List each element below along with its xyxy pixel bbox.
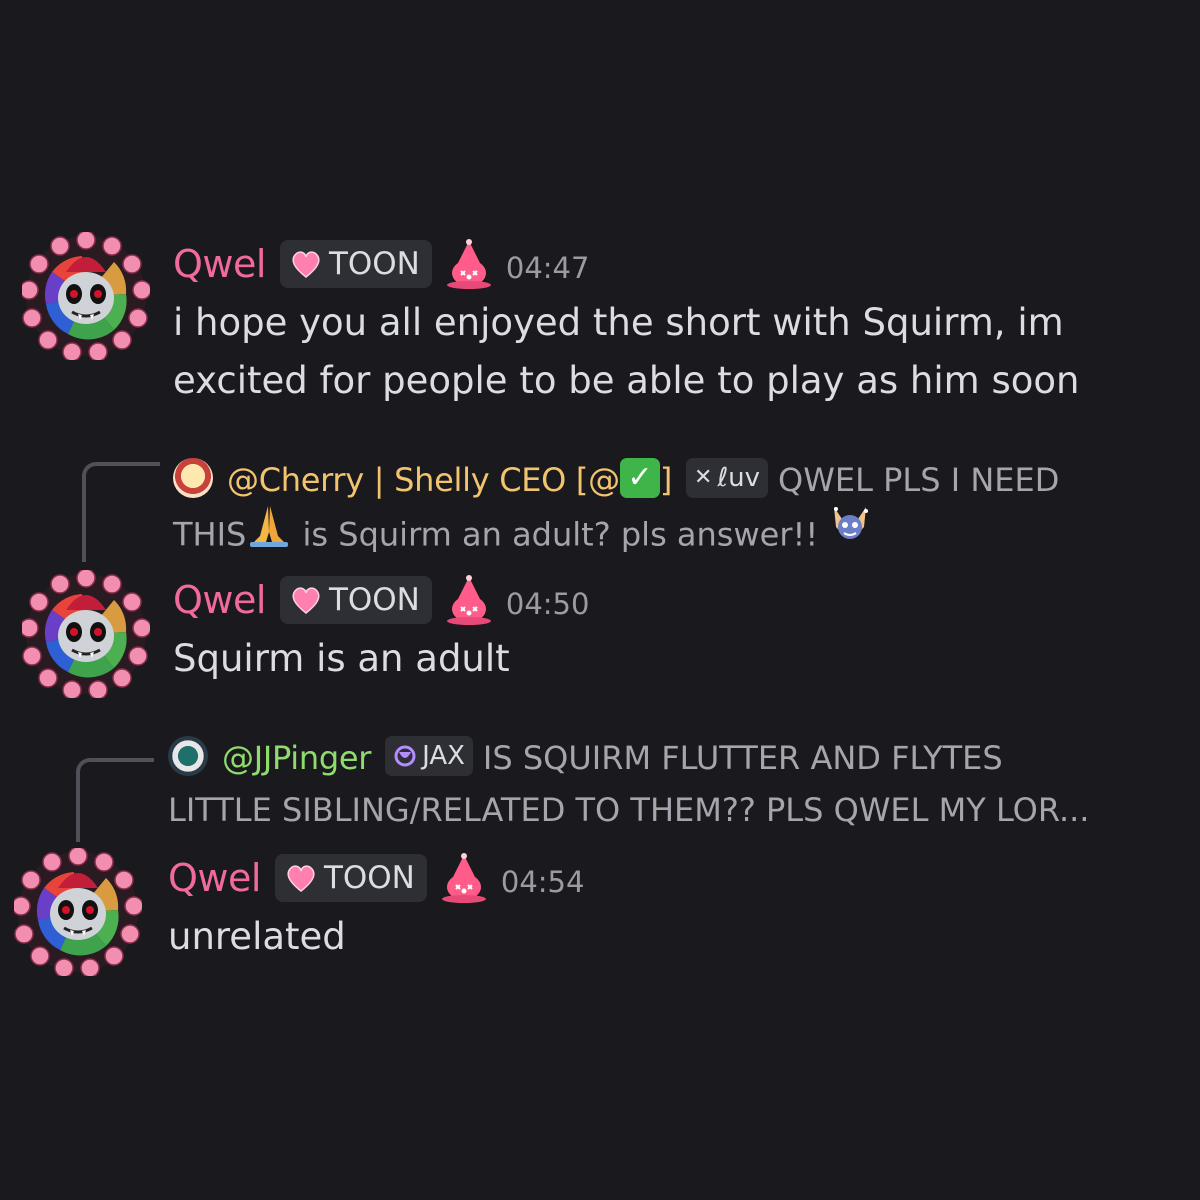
reply-preview-line2[interactable]: LITTLE SIBLING/RELATED TO THEM?? PLS QWE… [168,784,1089,836]
pray-icon [246,502,292,563]
qwel-avatar[interactable] [22,570,150,698]
username-qwel[interactable]: Qwel [173,242,266,286]
reply-author-name: @Cherry | Shelly CEO [@ [227,461,620,499]
pink-heart-icon [287,865,315,892]
reply-author[interactable]: @JJPinger [222,739,371,777]
moon-icon [394,745,416,767]
qwel-avatar[interactable] [14,848,142,976]
reply-connector [76,758,154,842]
server-tag-label: TOON [328,246,420,282]
reply-author[interactable]: @Cherry | Shelly CEO [@ ✓] [227,458,672,499]
reply-author-suffix: ] [659,461,672,499]
pink-clown-role-icon[interactable] [445,575,492,625]
reply-text-part: is Squirm an adult? pls answer!! [302,515,819,554]
server-tag[interactable]: TOON [274,854,427,902]
message-line: excited for people to be able to play as… [173,359,1080,402]
jjpinger-avatar[interactable] [168,736,208,776]
reply-tag[interactable]: JAX [385,736,473,776]
timestamp: 04:54 [500,865,585,899]
message-content: Squirm is an adult [173,630,510,688]
pink-clown-role-icon[interactable] [445,239,492,289]
reply-text-line1: QWEL PLS I NEED [778,461,1060,499]
message-content: i hope you all enjoyed the short with Sq… [173,294,1079,410]
check-icon: ✓ [619,458,660,498]
username-qwel[interactable]: Qwel [173,578,266,622]
pink-heart-icon [292,251,320,278]
server-tag[interactable]: TOON [279,240,432,288]
message-content: unrelated [168,908,346,966]
reply-preview[interactable]: @Cherry | Shelly CEO [@ ✓] ✕ ℓuv QWEL PLS I … [173,454,1059,506]
chat-view: Qwel TOON 04:47 i hope you all enjoyed t… [0,0,1200,1200]
message-line: unrelated [168,915,346,958]
server-tag-label: TOON [328,582,420,618]
reply-tag-label: ℓuv [717,463,761,493]
message-line: Squirm is an adult [173,637,510,680]
reply-tag[interactable]: ✕ ℓuv [686,458,769,498]
reply-text-part: THIS [173,515,247,554]
username-qwel[interactable]: Qwel [168,856,261,900]
reply-preview[interactable]: @JJPinger JAX IS SQUIRM FLUTTER AND FLYTES [168,732,1003,784]
reply-text-line1: IS SQUIRM FLUTTER AND FLYTES [482,739,1003,777]
message-line: i hope you all enjoyed the short with Sq… [173,301,1064,344]
reply-preview-line2[interactable]: THIS is Squirm an adult? pls answer!! [173,506,872,567]
reply-connector [82,462,160,562]
pink-heart-icon [292,587,320,614]
qwel-avatar[interactable] [22,232,150,360]
reply-tag-label: JAX [422,741,465,771]
butterfly-icon: ✕ [694,465,713,490]
server-tag-label: TOON [323,860,415,896]
reply-text-line2: LITTLE SIBLING/RELATED TO THEM?? PLS QWE… [168,791,1090,829]
cat-emoji-icon [828,503,872,562]
server-tag[interactable]: TOON [279,576,432,624]
cherry-avatar[interactable] [173,458,213,498]
timestamp: 04:50 [505,587,590,621]
pink-clown-role-icon[interactable] [440,853,487,903]
timestamp: 04:47 [505,251,590,285]
